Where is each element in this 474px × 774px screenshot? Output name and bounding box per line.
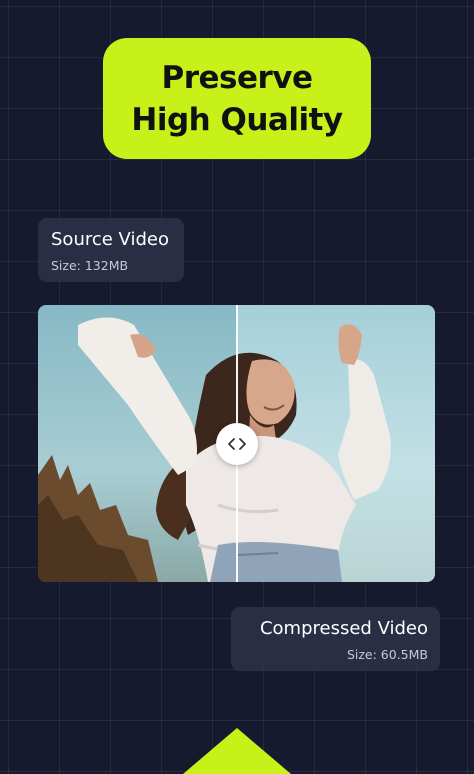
headline-line-1: Preserve bbox=[161, 59, 313, 96]
compressed-video-title: Compressed Video bbox=[259, 618, 428, 639]
headline-line-2: High Quality bbox=[131, 101, 343, 138]
comparison-handle[interactable] bbox=[216, 423, 258, 465]
source-video-size: Size: 132MB bbox=[51, 258, 129, 273]
compressed-video-size: Size: 60.5MB bbox=[346, 647, 428, 662]
chevron-left-right-icon bbox=[228, 438, 246, 450]
compressed-video-card: Compressed Video Size: 60.5MB bbox=[231, 607, 440, 671]
headline-badge: Preserve High Quality bbox=[103, 38, 371, 159]
comparison-slider[interactable] bbox=[38, 305, 435, 582]
source-video-card: Source Video Size: 132MB bbox=[38, 218, 184, 282]
source-video-title: Source Video bbox=[51, 229, 169, 250]
bottom-accent-triangle bbox=[183, 728, 291, 774]
